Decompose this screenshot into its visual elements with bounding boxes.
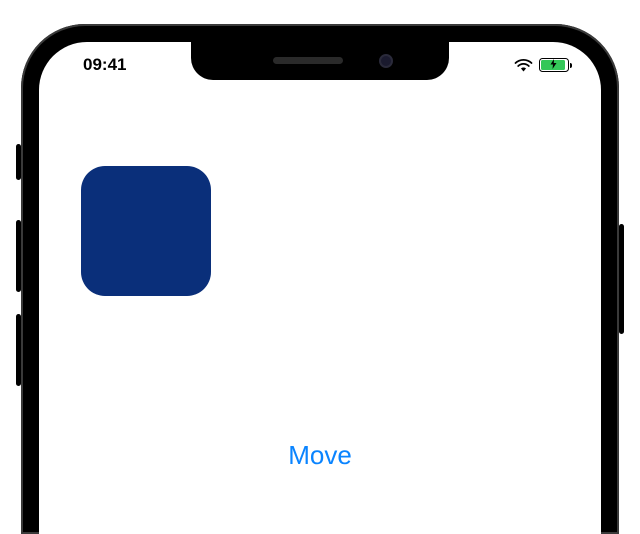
side-button <box>619 224 624 334</box>
iphone-frame: 09:41 <box>21 24 619 534</box>
app-content: Move <box>39 88 601 534</box>
speaker-grille <box>273 57 343 64</box>
volume-down-button <box>16 314 21 386</box>
front-camera <box>379 54 393 68</box>
status-indicators <box>514 58 573 72</box>
move-button[interactable]: Move <box>39 440 601 471</box>
wifi-icon <box>514 58 533 72</box>
notch <box>191 42 449 80</box>
status-time: 09:41 <box>67 55 126 75</box>
mute-switch <box>16 144 21 180</box>
charging-bolt-icon <box>550 59 557 71</box>
battery-fill <box>541 60 565 70</box>
volume-up-button <box>16 220 21 292</box>
animated-square[interactable] <box>81 166 211 296</box>
battery-icon <box>539 58 569 72</box>
screen: 09:41 <box>39 42 601 534</box>
